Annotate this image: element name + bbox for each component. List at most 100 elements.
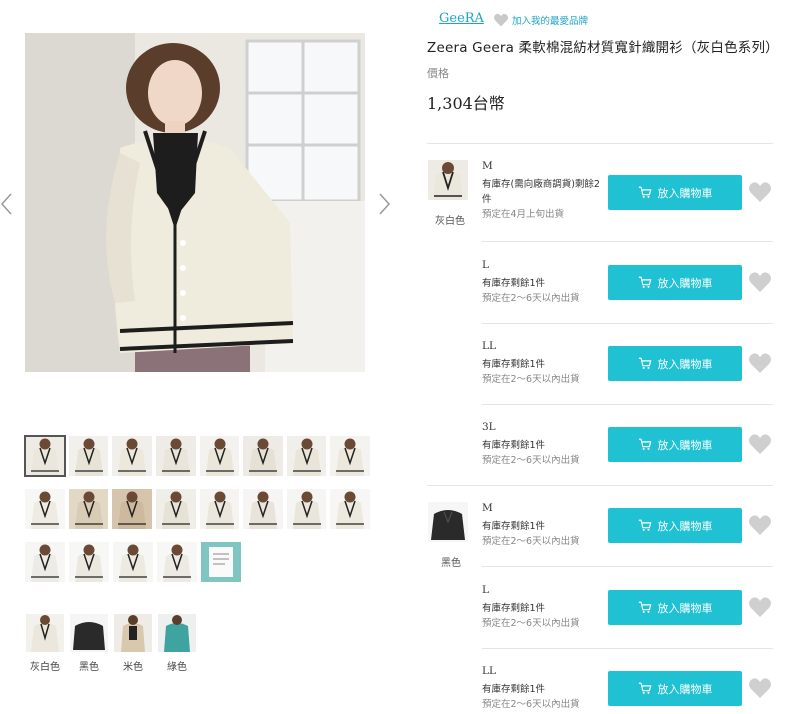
prev-image-arrow[interactable] <box>0 192 14 216</box>
add-to-cart-button[interactable]: 放入購物車 <box>608 346 742 381</box>
brand-link[interactable]: GeeRA <box>439 11 484 26</box>
size-name: 3L <box>482 421 496 433</box>
gallery-thumbnail[interactable] <box>68 436 109 476</box>
divider <box>482 323 773 324</box>
wishlist-heart-button[interactable] <box>748 271 772 293</box>
gallery-thumbnail[interactable] <box>68 489 109 529</box>
cart-icon <box>638 276 651 288</box>
heart-icon <box>749 182 771 202</box>
chevron-left-icon <box>0 193 12 215</box>
variant-image-off-white <box>428 160 468 200</box>
favorite-brand-label: 加入我的最愛品牌 <box>512 16 589 27</box>
wishlist-heart-button[interactable] <box>748 677 772 699</box>
gallery-thumbnail[interactable] <box>24 435 66 477</box>
favorite-brand-button[interactable]: 加入我的最愛品牌 <box>493 13 588 27</box>
size-row: 3L 有庫存剩餘1件 預定在2～6天以內出貨 <box>482 421 607 468</box>
add-to-cart-button[interactable]: 放入購物車 <box>608 265 742 300</box>
gallery-thumbnail[interactable] <box>286 436 327 476</box>
wishlist-heart-button[interactable] <box>748 352 772 374</box>
gallery-thumbnail[interactable] <box>25 489 65 529</box>
size-name: L <box>482 259 489 271</box>
wishlist-heart-button[interactable] <box>748 596 772 618</box>
gallery-thumbnail[interactable] <box>199 436 240 476</box>
gallery-thumbnail[interactable] <box>112 436 152 476</box>
shipping-estimate: 預定在2～6天以內出貨 <box>482 374 580 385</box>
add-to-cart-button[interactable]: 放入購物車 <box>608 427 742 462</box>
gallery-thumbnail[interactable] <box>330 489 370 529</box>
heart-icon <box>749 678 771 698</box>
add-to-cart-label: 放入購物車 <box>657 519 713 533</box>
cart-icon <box>638 682 651 694</box>
color-label: 黑色 <box>79 662 99 673</box>
wishlist-heart-button[interactable] <box>748 514 772 536</box>
shipping-estimate: 預定在2～6天以內出貨 <box>482 699 580 710</box>
add-to-cart-button[interactable]: 放入購物車 <box>608 508 742 543</box>
cart-icon <box>638 438 651 450</box>
size-name: LL <box>482 340 496 352</box>
add-to-cart-label: 放入購物車 <box>657 438 713 452</box>
stock-status: 有庫存(需向廠商調貨)剩餘2件 <box>482 179 600 205</box>
size-name: M <box>482 502 493 514</box>
gallery-thumbnail[interactable] <box>243 436 283 476</box>
size-row: M 有庫存剩餘1件 預定在2～6天以內出貨 <box>482 502 607 549</box>
size-row: LL 有庫存剩餘1件 預定在2～6天以內出貨 <box>482 665 607 712</box>
add-to-cart-label: 放入購物車 <box>657 601 713 615</box>
size-row: M 有庫存(需向廠商調貨)剩餘2件 預定在4月上旬出貨 <box>482 160 607 222</box>
stock-status: 有庫存剩餘1件 <box>482 603 546 614</box>
divider <box>427 485 773 486</box>
gallery-thumbnail[interactable] <box>330 436 370 476</box>
gallery-thumbnail[interactable] <box>155 436 196 476</box>
variant-color-label: 灰白色 <box>435 216 465 227</box>
gallery-thumbnail[interactable] <box>112 489 152 529</box>
add-to-cart-label: 放入購物車 <box>657 357 713 371</box>
gallery-thumbnail[interactable] <box>199 489 240 529</box>
gallery-thumbnail[interactable] <box>69 542 109 582</box>
divider <box>482 648 773 649</box>
variant-color-label: 黑色 <box>441 558 461 569</box>
gallery-thumbnail[interactable] <box>286 489 327 529</box>
size-row: L 有庫存剩餘1件 預定在2～6天以內出貨 <box>482 584 607 631</box>
wishlist-heart-button[interactable] <box>748 433 772 455</box>
divider <box>482 566 773 567</box>
wishlist-heart-button[interactable] <box>748 181 772 203</box>
shipping-estimate: 預定在2～6天以內出貨 <box>482 536 580 547</box>
gallery-thumbnail[interactable] <box>243 489 283 529</box>
gallery-thumbnail[interactable] <box>25 542 65 582</box>
chevron-right-icon <box>379 193 391 215</box>
gallery-thumbnail[interactable] <box>201 542 241 582</box>
size-name: LL <box>482 665 496 677</box>
heart-icon <box>493 13 509 27</box>
heart-icon <box>749 434 771 454</box>
stock-status: 有庫存剩餘1件 <box>482 521 546 532</box>
stock-status: 有庫存剩餘1件 <box>482 684 546 695</box>
cart-icon <box>638 357 651 369</box>
add-to-cart-label: 放入購物車 <box>657 682 713 696</box>
size-row: LL 有庫存剩餘1件 預定在2～6天以內出貨 <box>482 340 607 387</box>
next-image-arrow[interactable] <box>377 192 391 216</box>
gallery-thumbnail[interactable] <box>157 542 197 582</box>
product-price: 1,304台幣 <box>427 94 505 113</box>
color-option-green[interactable]: 綠色 <box>158 614 196 673</box>
size-name: L <box>482 584 489 596</box>
shipping-estimate: 預定在2～6天以內出貨 <box>482 293 580 304</box>
shipping-estimate: 預定在2～6天以內出貨 <box>482 618 580 629</box>
stock-status: 有庫存剩餘1件 <box>482 278 546 289</box>
divider <box>482 241 773 242</box>
size-name: M <box>482 160 493 172</box>
color-option-off-white[interactable]: 灰白色 <box>26 614 64 673</box>
main-product-photo <box>25 33 365 372</box>
add-to-cart-label: 放入購物車 <box>657 276 713 290</box>
heart-icon <box>749 272 771 292</box>
cart-icon <box>638 519 651 531</box>
gallery-thumbnail[interactable] <box>113 542 153 582</box>
cart-icon <box>638 186 651 198</box>
shipping-estimate: 預定在4月上旬出貨 <box>482 209 565 220</box>
price-label: 價格 <box>427 67 449 80</box>
color-option-black[interactable]: 黑色 <box>70 614 108 673</box>
add-to-cart-button[interactable]: 放入購物車 <box>608 671 742 706</box>
color-option-beige[interactable]: 米色 <box>114 614 152 673</box>
color-swatches: 灰白色 黑色 米色 綠色 <box>26 614 196 673</box>
gallery-thumbnail[interactable] <box>155 489 196 529</box>
add-to-cart-button[interactable]: 放入購物車 <box>608 590 742 625</box>
add-to-cart-button[interactable]: 放入購物車 <box>608 175 742 210</box>
